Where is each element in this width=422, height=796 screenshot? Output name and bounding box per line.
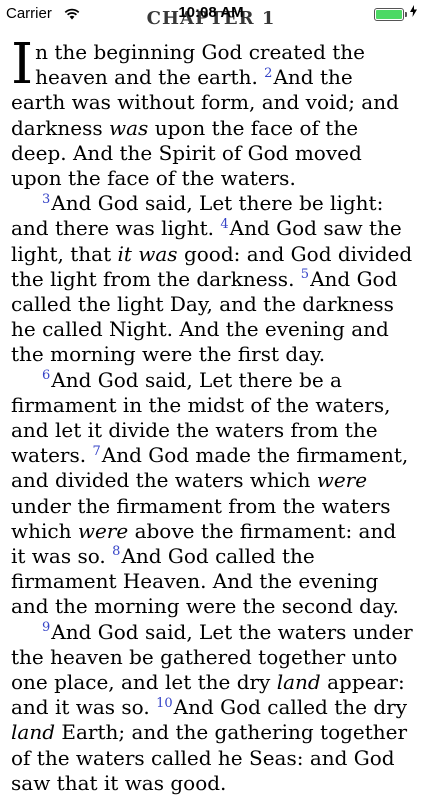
verse-number-5[interactable]: 5: [301, 267, 309, 282]
verse-number-7[interactable]: 7: [92, 444, 100, 459]
verse-number-3[interactable]: 3: [42, 192, 50, 207]
paragraph-4: 9And God said, Let the waters under the …: [11, 620, 413, 796]
paragraph-3: 6And God said, Let there be a firmament …: [11, 368, 413, 620]
verse-number-2[interactable]: 2: [264, 66, 272, 81]
verse-number-8[interactable]: 8: [112, 544, 120, 559]
verse-7-italic-2: were: [77, 518, 129, 543]
verse-number-9[interactable]: 9: [42, 620, 50, 635]
chapter-text[interactable]: In the beginning God created the heaven …: [11, 32, 413, 796]
verse-2-italic: was: [109, 115, 149, 140]
paragraph-2: 3And God said, Let there be light: and t…: [11, 191, 413, 367]
verse-7-italic-1: were: [316, 468, 368, 493]
drop-cap: I: [11, 32, 34, 97]
verse-10-text-a: And God called the dry: [173, 695, 407, 720]
verse-10-text-b: Earth; and the gathering together of the…: [11, 720, 408, 795]
paragraph-1: In the beginning God created the heaven …: [11, 32, 413, 191]
chapter-title: CHAPTER 1: [146, 8, 276, 29]
verse-9-italic: land: [276, 670, 321, 695]
verse-number-10[interactable]: 10: [156, 696, 173, 711]
verse-4-italic: it was: [117, 241, 178, 266]
verse-10-italic: land: [11, 720, 56, 745]
verse-number-6[interactable]: 6: [42, 368, 50, 383]
verse-number-4[interactable]: 4: [220, 217, 228, 232]
